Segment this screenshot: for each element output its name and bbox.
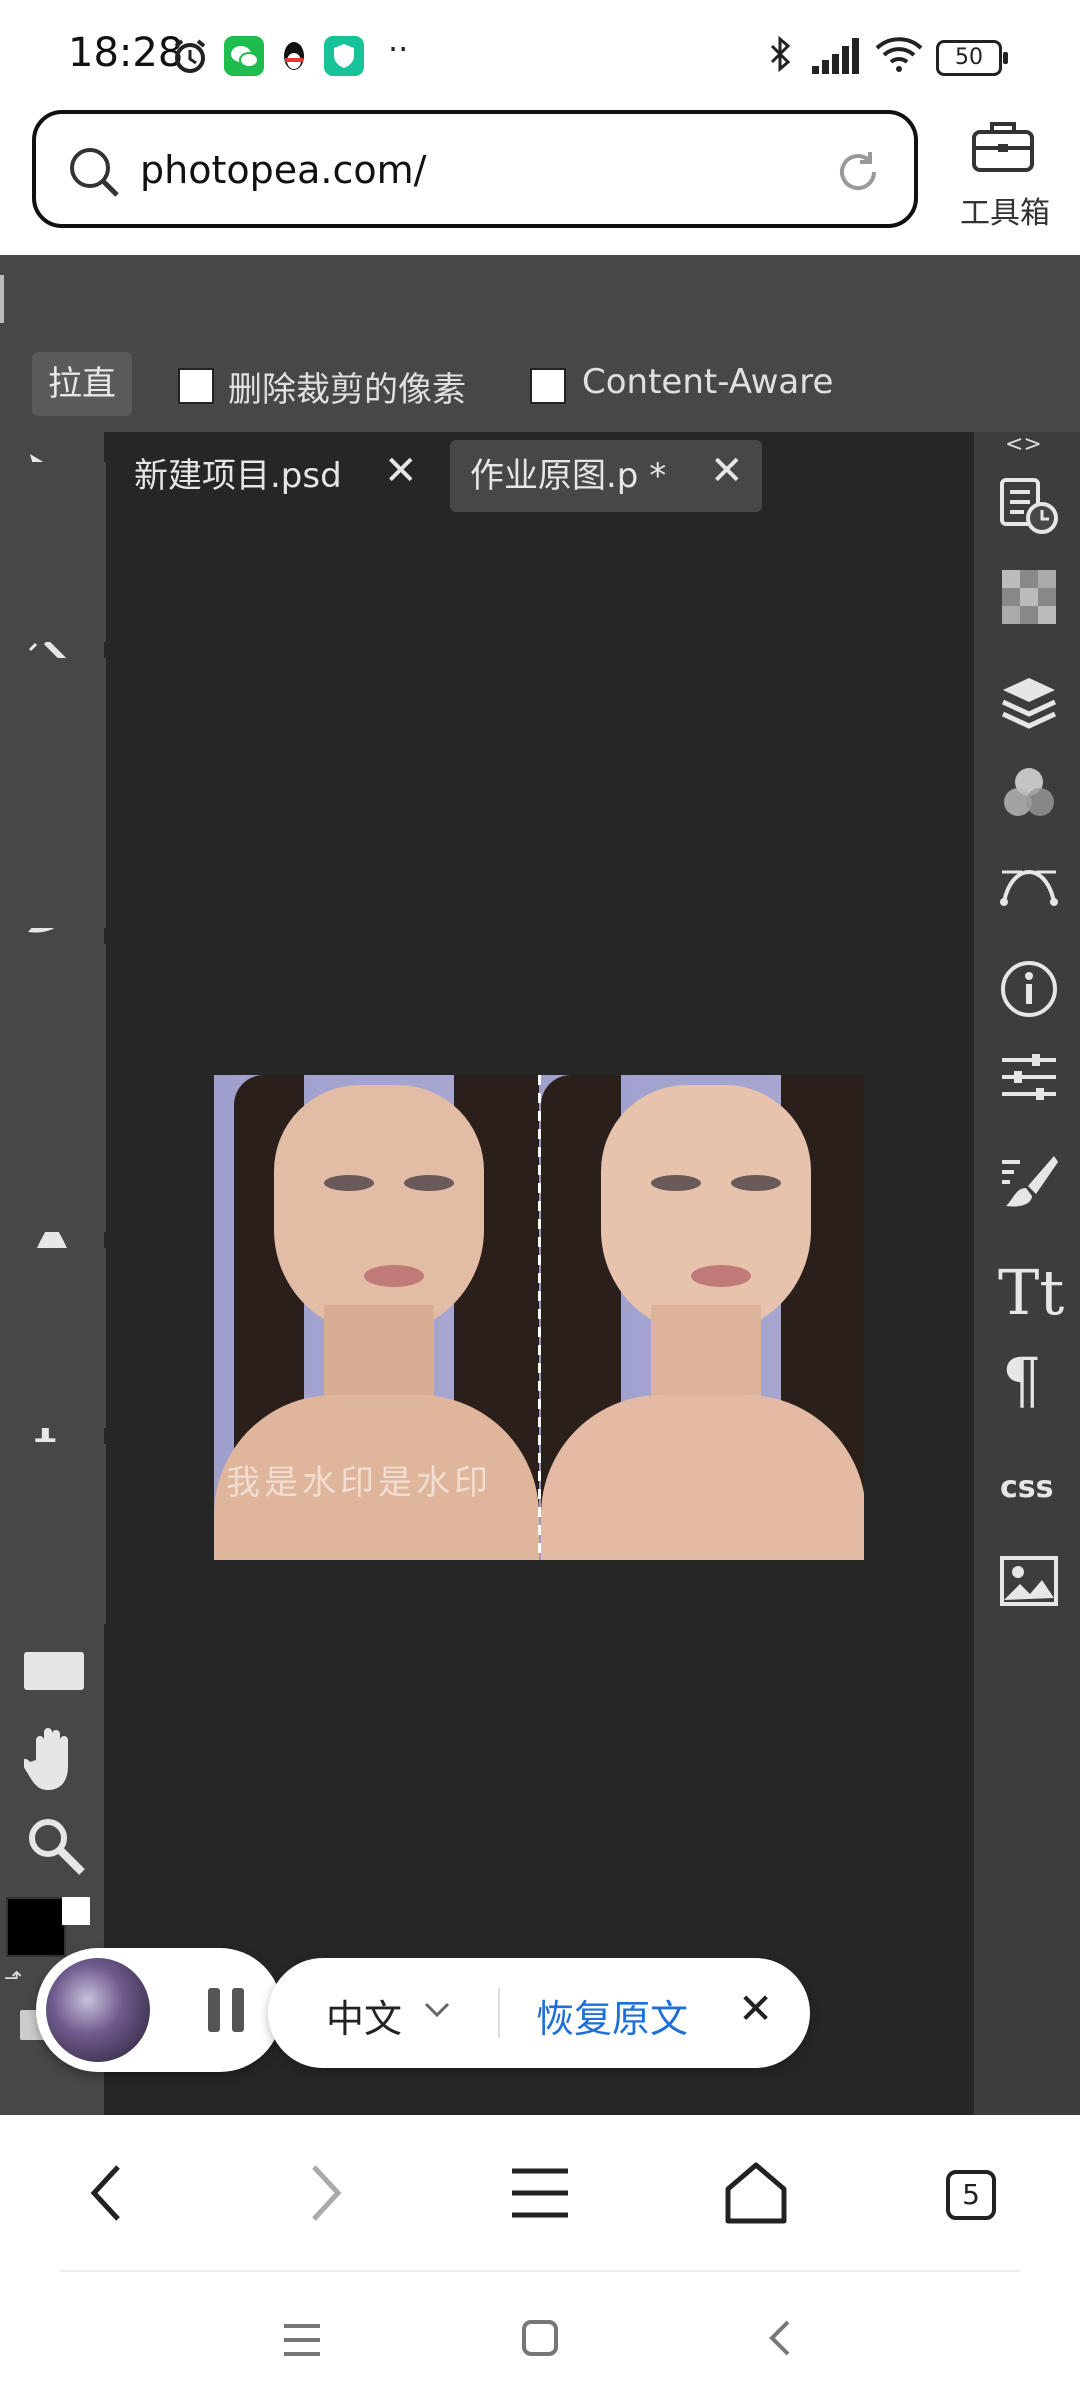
foreground-color-swatch[interactable] <box>6 1897 66 1957</box>
clock: 18:28 <box>68 30 184 76</box>
menu-edge <box>0 275 4 323</box>
vpn-shield-icon <box>324 36 364 76</box>
wifi-icon <box>875 37 923 72</box>
home-icon[interactable] <box>718 2155 794 2231</box>
reload-icon[interactable] <box>834 148 882 196</box>
status-bar: 18:28 ·· 50 <box>0 0 1080 110</box>
system-back-icon[interactable] <box>760 2318 800 2358</box>
chevron-down-icon <box>424 2002 450 2018</box>
panel-group-history <box>0 462 106 642</box>
qq-icon <box>284 42 304 70</box>
hand-tool-icon[interactable] <box>24 1724 84 1794</box>
separator <box>498 1988 500 2038</box>
swatches-icon[interactable] <box>998 566 1060 628</box>
floating-music-player[interactable] <box>36 1948 282 2072</box>
menu-icon[interactable] <box>502 2155 578 2231</box>
channels-icon[interactable] <box>998 762 1060 824</box>
panel-toggle[interactable]: <> <box>1005 432 1042 457</box>
info-icon[interactable] <box>998 958 1060 1020</box>
document-image[interactable]: 我是水印是水印 <box>214 1075 864 1560</box>
translate-bar: 中文 恢复原文 ✕ <box>268 1958 810 2068</box>
album-art <box>46 1958 150 2062</box>
image-after <box>541 1075 864 1560</box>
more-dots-icon: ·· <box>388 30 409 68</box>
toolbox-icon <box>972 122 1034 172</box>
delete-cropped-checkbox[interactable] <box>178 368 214 404</box>
crop-divider-line <box>538 1075 541 1560</box>
recents-icon[interactable] <box>280 2320 324 2360</box>
home-button-icon[interactable] <box>520 2318 560 2358</box>
image-icon[interactable] <box>998 1550 1060 1612</box>
brush-settings-icon[interactable] <box>998 1152 1060 1214</box>
panel-group-info <box>0 944 106 1144</box>
search-icon <box>70 148 119 197</box>
tabs-count-button[interactable]: 5 <box>946 2170 996 2220</box>
toolbox-label: 工具箱 <box>960 196 1050 231</box>
close-icon[interactable]: ✕ <box>738 1984 773 2033</box>
language-label: 中文 <box>326 1997 403 2041</box>
panel-group-brush <box>0 1140 106 1232</box>
shape-tool-icon[interactable] <box>24 1652 84 1690</box>
css-icon[interactable]: css <box>1000 1470 1054 1505</box>
content-aware-checkbox[interactable] <box>530 368 566 404</box>
delete-cropped-label: 删除裁剪的像素 <box>228 370 466 410</box>
panel-group-layers <box>0 658 106 928</box>
address-bar[interactable]: photopea.com/ <box>32 110 918 228</box>
character-icon[interactable]: Tt <box>998 1256 1064 1329</box>
bluetooth-icon <box>770 35 791 73</box>
back-icon[interactable] <box>70 2155 146 2231</box>
image-before: 我是水印是水印 <box>214 1075 539 1560</box>
content-aware-label: Content-Aware <box>582 362 834 402</box>
signal-icon <box>812 38 859 74</box>
wechat-icon <box>224 36 264 76</box>
url-text[interactable]: photopea.com/ <box>140 148 426 192</box>
tab-close-icon[interactable]: ✕ <box>384 448 418 494</box>
history-icon[interactable] <box>998 474 1060 536</box>
straighten-button[interactable]: 拉直 <box>32 352 132 416</box>
zoom-tool-icon[interactable] <box>22 1812 88 1878</box>
battery-icon: 50 <box>936 40 1008 76</box>
layers-icon[interactable] <box>998 672 1060 734</box>
forward-icon[interactable] <box>286 2155 362 2231</box>
paths-icon[interactable] <box>998 852 1060 914</box>
background-color-swatch[interactable] <box>62 1897 90 1925</box>
restore-original-link[interactable]: 恢复原文 <box>536 1988 688 2043</box>
alarm-icon <box>174 39 206 73</box>
browser-nav-bar <box>0 2115 1080 2270</box>
language-selector[interactable]: 中文 <box>326 1988 450 2043</box>
tab-close-icon[interactable]: ✕ <box>710 448 744 494</box>
paragraph-icon[interactable]: ¶ <box>1002 1344 1041 1417</box>
swap-colors-icon[interactable]: ⬏ <box>4 1966 22 1991</box>
pause-icon[interactable] <box>204 1988 248 2032</box>
watermark-text: 我是水印是水印 <box>226 1463 492 1503</box>
system-nav-bar <box>0 2272 1080 2400</box>
tab-label: 新建项目.psd <box>134 456 342 496</box>
adjustments-icon[interactable] <box>998 1046 1060 1108</box>
tab-label: 作业原图.p * <box>470 456 667 496</box>
toolbox-button[interactable]: 工具箱 <box>950 118 1060 231</box>
panel-group-character <box>0 1248 106 1428</box>
panel-group-css <box>0 1444 106 1624</box>
